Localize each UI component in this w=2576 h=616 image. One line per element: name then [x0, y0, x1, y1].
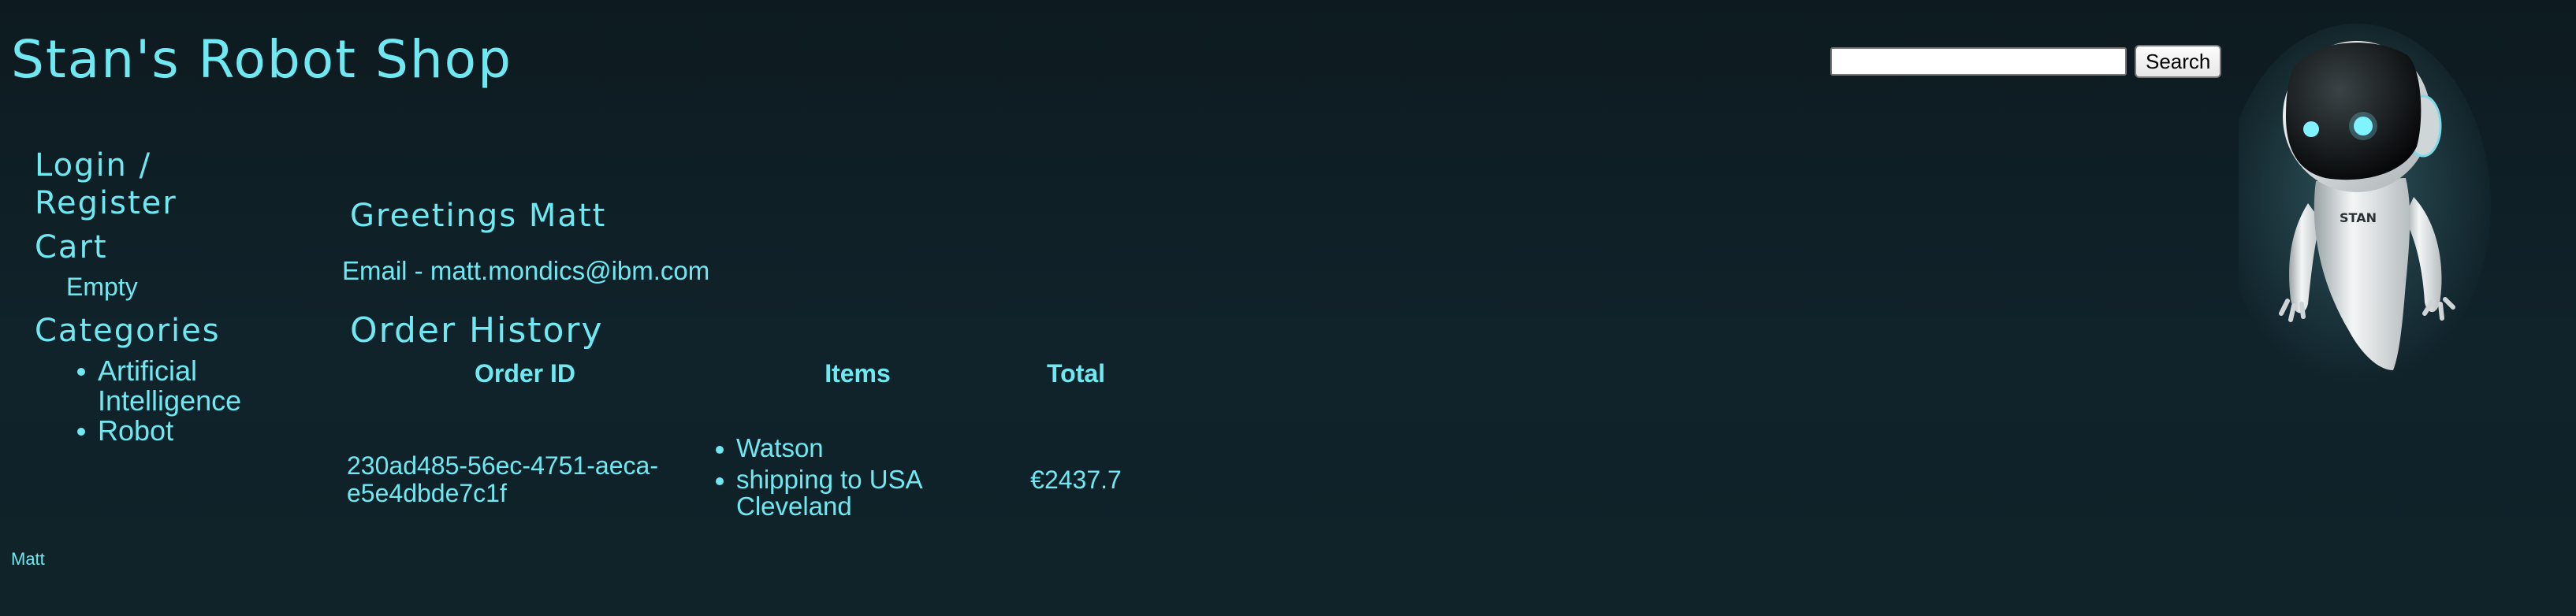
category-link-robot[interactable]: Robot — [98, 414, 173, 447]
table-row: 230ad485-56ec-4751-aeca-e5e4dbde7c1f Wat… — [344, 391, 1143, 525]
category-item: Artificial Intelligence — [77, 354, 287, 417]
column-header-total: Total — [1046, 359, 1106, 388]
site-title: Stan's Robot Shop — [11, 29, 512, 90]
greeting-heading: Greetings Matt — [350, 198, 607, 234]
order-history-heading: Order History — [350, 310, 604, 351]
order-id-cell: 230ad485-56ec-4751-aeca-e5e4dbde7c1f — [347, 451, 658, 507]
category-link-artificial-intelligence[interactable]: Artificial Intelligence — [98, 354, 241, 417]
table-header-row: Order ID Items Total — [344, 356, 1143, 391]
user-email: Email - matt.mondics@ibm.com — [342, 256, 710, 285]
sidebar: Login / Register Cart Empty Categories A… — [35, 147, 287, 446]
categories-list: Artificial Intelligence Robot — [35, 356, 287, 446]
order-item: Watson — [716, 435, 1009, 462]
cart-link[interactable]: Cart — [35, 228, 287, 266]
search-input[interactable] — [1830, 47, 2127, 76]
cart-status: Empty — [66, 273, 138, 301]
stan-robot-mascot-icon: STAN — [2223, 24, 2491, 386]
order-total-cell: €2437.7 — [1030, 465, 1122, 494]
footer-username: Matt — [11, 549, 45, 569]
category-item: Robot — [77, 414, 287, 447]
search-button[interactable]: Search — [2135, 45, 2222, 78]
search-form: Search — [1830, 45, 2222, 78]
robot-badge: STAN — [2340, 210, 2377, 225]
order-items-list: Watson shipping to USA Cleveland — [706, 435, 1009, 520]
order-history-table: Order ID Items Total 230ad485-56ec-4751-… — [344, 356, 1143, 525]
login-register-link[interactable]: Login / Register — [35, 147, 208, 222]
categories-heading: Categories — [35, 313, 221, 349]
order-items-cell: Watson shipping to USA Cleveland — [706, 391, 1009, 525]
column-header-order-id: Order ID — [474, 359, 576, 388]
order-item: shipping to USA Cleveland — [716, 466, 1009, 520]
column-header-items: Items — [825, 359, 891, 388]
